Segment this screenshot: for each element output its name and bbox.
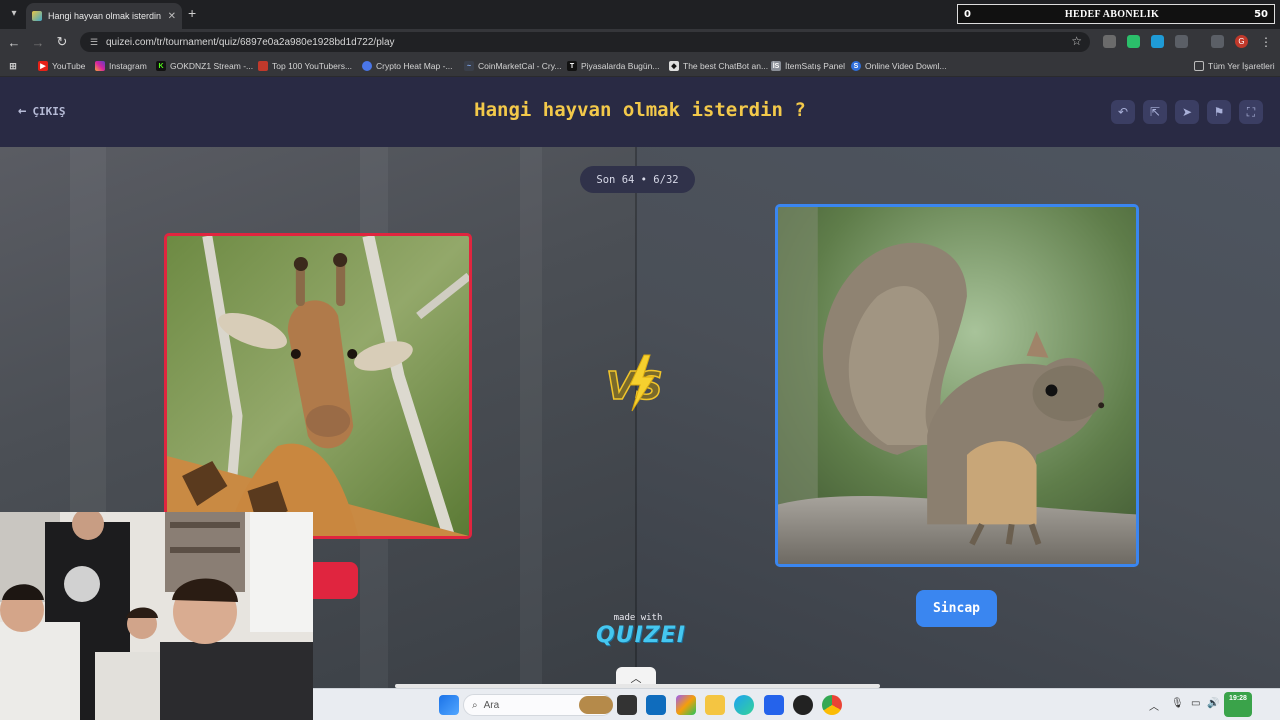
quiz-title: Hangi hayvan olmak isterdin ? bbox=[474, 99, 806, 121]
heatmap-icon bbox=[362, 61, 372, 71]
bookmark-video-downloader[interactable]: S Online Video Downl... bbox=[851, 59, 947, 73]
extensions-puzzle-icon[interactable] bbox=[1175, 35, 1188, 48]
obs-icon[interactable] bbox=[793, 695, 813, 715]
right-choice-label: Sincap bbox=[933, 601, 980, 616]
close-tab-icon[interactable]: ✕ bbox=[168, 11, 176, 22]
site-info-icon[interactable]: ☰ bbox=[88, 36, 100, 48]
bookmark-piyasalarda[interactable]: T Piyasalarda Bugün... bbox=[567, 59, 659, 73]
bookmark-star-icon[interactable]: ☆ bbox=[1071, 34, 1082, 48]
windows-taskbar: ⌕ Ara ︿ 🎙 ▭ 🔊 19:28 bbox=[313, 688, 1280, 720]
reload-icon[interactable]: ↻ bbox=[53, 33, 71, 51]
tab-search-icon[interactable]: ▾ bbox=[5, 4, 23, 22]
bookmark-kick-stream[interactable]: K GOKDNZ1 Stream -... bbox=[156, 59, 253, 73]
file-explorer-icon[interactable] bbox=[705, 695, 725, 715]
bookmark-top-youtubers[interactable]: Top 100 YouTubers... bbox=[258, 59, 352, 73]
vs-divider bbox=[635, 147, 637, 688]
goal-current-value: 0 bbox=[964, 8, 971, 20]
chatbot-icon: ◆ bbox=[669, 61, 679, 71]
microphone-icon[interactable]: 🎙 bbox=[1171, 698, 1184, 709]
bookmark-chatbot[interactable]: ◆ The best ChatBot an... bbox=[669, 59, 768, 73]
giraffe-image bbox=[167, 236, 469, 536]
extension-grid-icon[interactable] bbox=[1151, 35, 1164, 48]
folder-icon bbox=[1194, 61, 1204, 71]
search-highlight-icon bbox=[579, 696, 613, 714]
kick-icon: K bbox=[156, 61, 166, 71]
all-bookmarks-folder[interactable]: Tüm Yer İşaretleri bbox=[1194, 59, 1275, 73]
bookmark-itemsatis[interactable]: İS İtemSatış Panel bbox=[771, 59, 845, 73]
arrow-left-icon: ← bbox=[18, 103, 27, 119]
back-icon[interactable]: ← bbox=[5, 33, 23, 51]
goal-target-value: 50 bbox=[1254, 8, 1268, 20]
task-view-icon[interactable] bbox=[617, 695, 637, 715]
address-bar[interactable]: ☰ quizei.com/tr/tournament/quiz/6897e0a2… bbox=[80, 32, 1090, 52]
screen: ▾ Hangi hayvan olmak isterdin ? ✕ + 0 HE… bbox=[0, 0, 1280, 720]
made-with-quizei[interactable]: made with QUIZEI bbox=[596, 613, 686, 648]
undo-icon[interactable]: ↶ bbox=[1111, 100, 1135, 124]
volume-icon[interactable]: 🔊 bbox=[1207, 698, 1219, 709]
panel-icon: İS bbox=[771, 61, 781, 71]
youtube-icon: ▶ bbox=[38, 61, 48, 71]
store-icon[interactable] bbox=[764, 695, 784, 715]
exit-button[interactable]: ← ÇIKIŞ bbox=[18, 103, 66, 119]
quizei-logo: QUIZEI bbox=[596, 623, 686, 648]
profile-avatar[interactable]: G bbox=[1235, 35, 1248, 48]
quiz-header: ← ÇIKIŞ Hangi hayvan olmak isterdin ? ↶ … bbox=[0, 77, 1280, 147]
apps-grid-icon[interactable]: ⊞ bbox=[8, 59, 18, 73]
new-tab-button[interactable]: + bbox=[188, 5, 196, 21]
share-icon[interactable]: ⇱ bbox=[1143, 100, 1167, 124]
browser-tab[interactable]: Hangi hayvan olmak isterdin ? ✕ bbox=[26, 3, 182, 29]
tv-icon: T bbox=[567, 61, 577, 71]
svg-text:VS: VS bbox=[606, 364, 663, 408]
left-choice-card[interactable] bbox=[164, 233, 472, 539]
extension-leaf-icon[interactable] bbox=[1127, 35, 1140, 48]
webcam-overlay bbox=[0, 512, 313, 720]
forward-icon[interactable]: → bbox=[29, 33, 47, 51]
taskbar-search-placeholder: Ara bbox=[483, 699, 500, 711]
send-icon[interactable]: ➤ bbox=[1175, 100, 1199, 124]
right-choice-card[interactable] bbox=[775, 204, 1139, 567]
chrome-icon[interactable] bbox=[822, 695, 842, 715]
tray-chevron-icon[interactable]: ︿ bbox=[1149, 698, 1159, 713]
clock-time: 19:28 bbox=[1229, 695, 1247, 702]
round-indicator: Son 64 • 6/32 bbox=[580, 166, 695, 193]
taskbar-clock[interactable]: 19:28 bbox=[1224, 692, 1252, 717]
chart-icon bbox=[258, 61, 268, 71]
windows-start-icon[interactable] bbox=[439, 695, 459, 715]
browser-toolbar: ← → ↻ ☰ quizei.com/tr/tournament/quiz/68… bbox=[0, 29, 1280, 55]
flag-icon[interactable]: ⚑ bbox=[1207, 100, 1231, 124]
subscriber-goal-overlay: 0 HEDEF ABONELIK 50 bbox=[957, 4, 1275, 24]
exit-label: ÇIKIŞ bbox=[32, 104, 66, 118]
browser-tab-strip: ▾ Hangi hayvan olmak isterdin ? ✕ + 0 HE… bbox=[0, 0, 1280, 29]
bookmark-instagram[interactable]: Instagram bbox=[95, 59, 147, 73]
network-icon[interactable]: ▭ bbox=[1191, 698, 1200, 709]
calendar-icon: ~ bbox=[464, 61, 474, 71]
background-tree-trunk bbox=[520, 147, 542, 688]
tab-title: Hangi hayvan olmak isterdin ? bbox=[48, 11, 162, 21]
vs-lightning-icon: VS bbox=[605, 354, 664, 412]
goal-title: HEDEF ABONELIK bbox=[1064, 8, 1160, 20]
made-with-text: made with bbox=[613, 613, 663, 623]
instagram-icon bbox=[95, 61, 105, 71]
search-icon: ⌕ bbox=[472, 699, 478, 711]
squirrel-image bbox=[778, 207, 1136, 564]
download-icon: S bbox=[851, 61, 861, 71]
url-text: quizei.com/tr/tournament/quiz/6897e0a2a9… bbox=[106, 36, 395, 48]
fullscreen-icon[interactable]: ⛶ bbox=[1239, 100, 1263, 124]
menu-dots-icon[interactable]: ⋮ bbox=[1257, 33, 1275, 51]
bookmark-youtube[interactable]: ▶ YouTube bbox=[38, 59, 85, 73]
bookmarks-bar: ⊞ ▶ YouTube Instagram K GOKDNZ1 Stream -..… bbox=[0, 55, 1280, 77]
bookmark-crypto-heatmap[interactable]: Crypto Heat Map -... bbox=[362, 59, 453, 73]
outlook-icon[interactable] bbox=[646, 695, 666, 715]
bookmark-coinmarketcal[interactable]: ~ CoinMarketCal - Cry... bbox=[464, 59, 561, 73]
copilot-icon[interactable] bbox=[676, 695, 696, 715]
tab-favicon-icon bbox=[32, 11, 42, 21]
extension-shield-icon[interactable] bbox=[1103, 35, 1116, 48]
edge-icon[interactable] bbox=[734, 695, 754, 715]
right-choice-button[interactable]: Sincap bbox=[916, 590, 997, 627]
reading-list-icon[interactable] bbox=[1211, 35, 1224, 48]
